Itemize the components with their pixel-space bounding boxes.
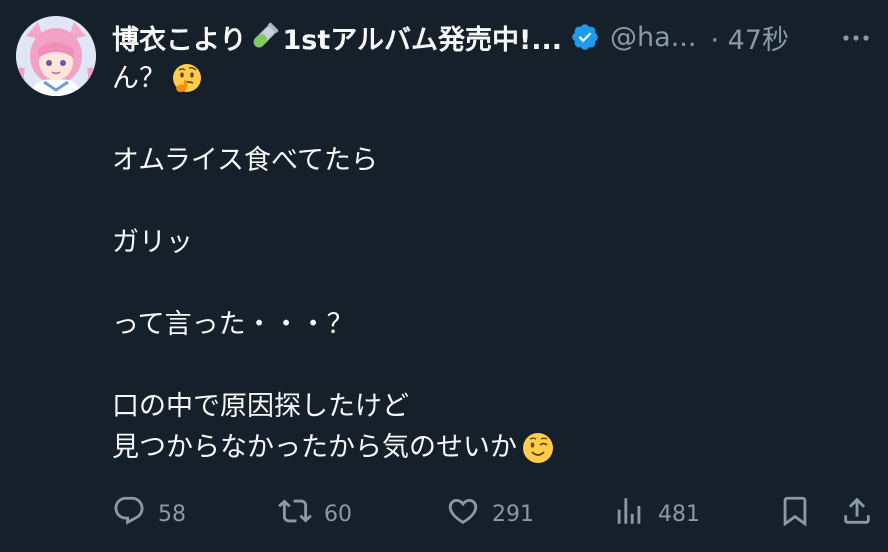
text-line: [112, 181, 852, 222]
bookmark-button[interactable]: [778, 494, 812, 534]
handle[interactable]: @ha...: [610, 22, 696, 53]
display-name-tail[interactable]: 1stアルバム発売中!...: [282, 18, 562, 57]
tweet-actions: 58 60 291 481: [112, 494, 872, 534]
retweet-button[interactable]: 60: [278, 494, 352, 534]
text-line: [112, 263, 852, 304]
text-line: [112, 345, 852, 386]
heart-icon: [446, 494, 480, 534]
avatar[interactable]: [16, 16, 96, 96]
text-line: って言った・・・？: [112, 309, 354, 340]
share-icon: [840, 494, 874, 534]
text-line-content: ん？: [112, 63, 166, 94]
analytics-icon: [612, 494, 646, 534]
timestamp[interactable]: · 47秒: [710, 18, 789, 57]
more-options-icon[interactable]: [840, 22, 872, 54]
reply-count: 58: [158, 501, 186, 527]
retweet-icon: [278, 494, 312, 534]
text-line: ガリッ: [112, 227, 193, 258]
bookmark-icon: [778, 494, 812, 534]
display-name[interactable]: 博衣こより 1stアルバム発売中!...: [112, 18, 600, 57]
text-line: 口の中で原因探したけど: [112, 391, 409, 422]
tweet-card[interactable]: 博衣こより 1stアルバム発売中!... @ha... · 47秒 ん？ オムラ…: [0, 0, 888, 552]
text-line: 見つからなかったから気のせいか: [112, 427, 852, 468]
text-line-content: 見つからなかったから気のせいか: [112, 432, 517, 463]
verified-badge-icon[interactable]: [570, 22, 600, 52]
view-count: 481: [658, 501, 700, 527]
thinking-face-icon: [170, 62, 204, 96]
text-line: オムライス食べてたら: [112, 145, 378, 176]
like-button[interactable]: 291: [446, 494, 534, 534]
share-button[interactable]: [840, 494, 874, 534]
text-line: ん？: [112, 58, 852, 99]
text-line: [112, 99, 852, 140]
tweet-header: 博衣こより 1stアルバム発売中!... @ha... · 47秒: [112, 14, 872, 60]
views-button[interactable]: 481: [612, 494, 700, 534]
retweet-count: 60: [324, 501, 352, 527]
reply-button[interactable]: 58: [112, 494, 186, 534]
tweet-text: ん？ オムライス食べてたら ガリッ って言った・・・？ 口の中で原因探したけど: [112, 58, 852, 468]
reply-icon: [112, 494, 146, 534]
test-tube-icon: [248, 21, 280, 53]
display-name-text[interactable]: 博衣こより: [112, 18, 246, 57]
like-count: 291: [492, 501, 534, 527]
winking-face-icon: [521, 431, 555, 465]
